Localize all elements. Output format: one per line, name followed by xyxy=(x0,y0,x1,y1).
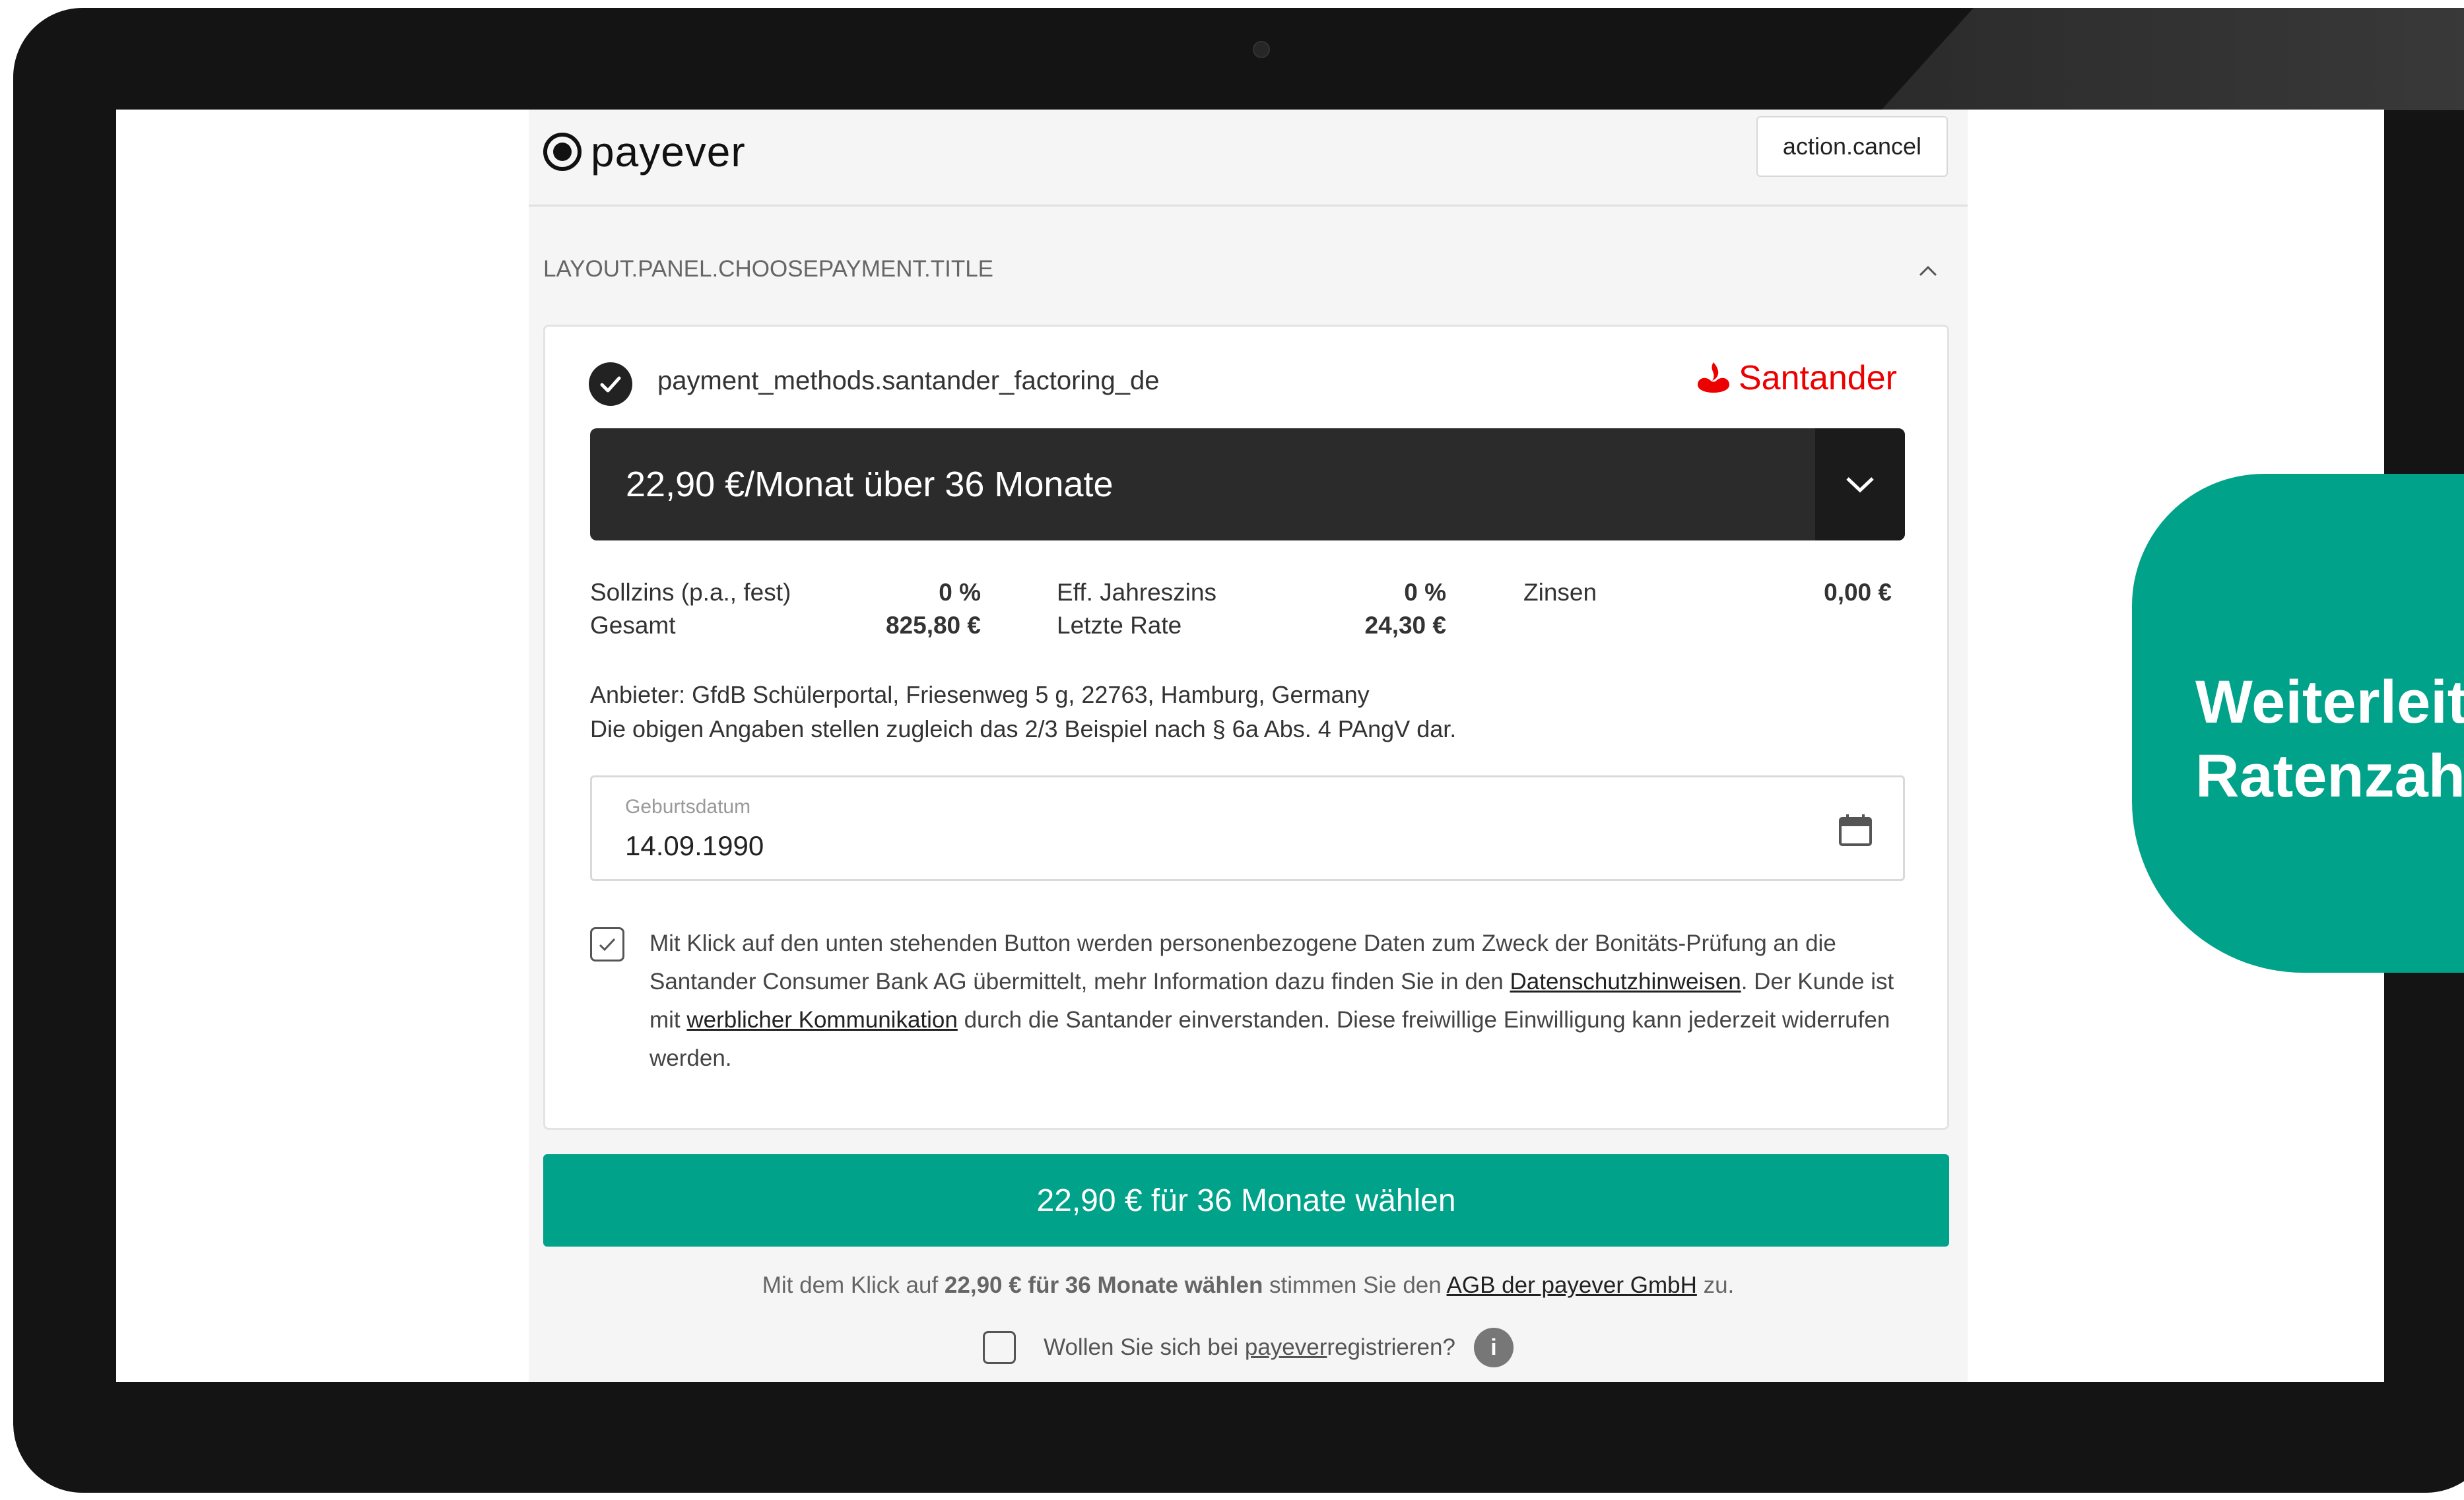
provider-info: Anbieter: GfdB Schülerportal, Friesenweg… xyxy=(590,678,1456,746)
advertising-link[interactable]: werblicher Kommunikation xyxy=(686,1007,957,1033)
fin-label: Eff. Jahreszins xyxy=(1057,579,1216,606)
register-prefix: Wollen Sie sich bei xyxy=(1044,1334,1239,1360)
info-icon[interactable]: i xyxy=(1473,1328,1514,1367)
santander-logo: Santander xyxy=(1694,358,1897,398)
payever-logo: payever xyxy=(543,125,746,178)
consent-text: Mit Klick auf den unten stehenden Button… xyxy=(649,925,1897,1078)
chevron-down-icon[interactable] xyxy=(1815,428,1905,540)
birthdate-field[interactable]: Geburtsdatum 14.09.1990 xyxy=(590,775,1905,881)
pangv-note: Die obigen Angaben stellen zugleich das … xyxy=(590,715,1457,742)
calendar-icon[interactable] xyxy=(1837,812,1874,849)
fin-label: Sollzins (p.a., fest) xyxy=(590,579,791,606)
selected-rate: 22,90 €/Monat über 36 Monate xyxy=(626,465,1114,504)
fin-value: 24,30 € xyxy=(1364,612,1446,639)
payever-logo-icon xyxy=(543,133,582,171)
birthdate-label: Geburtsdatum xyxy=(625,796,751,818)
register-suffix: registrieren? xyxy=(1327,1334,1455,1360)
logo-text: payever xyxy=(591,128,746,176)
agb-link[interactable]: AGB der payever GmbH xyxy=(1447,1272,1697,1298)
checkout-header: payever action.cancel xyxy=(529,110,1968,207)
camera-icon xyxy=(1253,41,1270,58)
frame-sheen xyxy=(1881,8,2464,110)
fin-value: 0 % xyxy=(939,579,981,606)
callout-text: Weiterleit Ratenzah xyxy=(2195,665,2464,813)
fin-label: Letzte Rate xyxy=(1057,612,1182,639)
payever-link[interactable]: payever xyxy=(1245,1334,1327,1361)
payment-method-card: payment_methods.santander_factoring_de S… xyxy=(543,325,1949,1130)
cancel-button[interactable]: action.cancel xyxy=(1756,116,1948,177)
santander-logo-text: Santander xyxy=(1739,359,1897,397)
fin-label: Gesamt xyxy=(590,612,676,639)
consent-checkbox[interactable] xyxy=(590,927,624,962)
santander-flame-icon xyxy=(1698,362,1729,393)
fin-value: 0 % xyxy=(1404,579,1446,606)
redirect-callout: Weiterleit Ratenzah xyxy=(2132,474,2464,973)
terms-prefix: Mit dem Klick auf xyxy=(762,1272,945,1298)
terms-note: Mit dem Klick auf 22,90 € für 36 Monate … xyxy=(529,1272,1968,1299)
payment-method-name: payment_methods.santander_factoring_de xyxy=(657,366,1160,395)
rate-dropdown[interactable]: 22,90 €/Monat über 36 Monate xyxy=(590,428,1905,540)
callout-line-2: Ratenzah xyxy=(2195,742,2464,810)
provider-address: Anbieter: GfdB Schülerportal, Friesenweg… xyxy=(590,681,1370,708)
fin-label: Zinsen xyxy=(1523,579,1597,606)
callout-line-1: Weiterleit xyxy=(2195,668,2464,736)
terms-suffix: zu. xyxy=(1696,1272,1735,1298)
register-row: Wollen Sie sich bei payever registrieren… xyxy=(529,1328,1968,1367)
terms-middle: stimmen Sie den xyxy=(1263,1272,1447,1298)
birthdate-value[interactable]: 14.09.1990 xyxy=(625,830,764,862)
selected-check-icon[interactable] xyxy=(589,362,632,406)
privacy-link[interactable]: Datenschutzhinweisen xyxy=(1510,969,1741,995)
tablet-screen: payever action.cancel LAYOUT.PANEL.CHOOS… xyxy=(116,110,2384,1382)
fin-value: 0,00 € xyxy=(1824,579,1892,606)
fin-value: 825,80 € xyxy=(885,612,981,639)
submit-payment-button[interactable]: 22,90 € für 36 Monate wählen xyxy=(543,1154,1949,1247)
chevron-up-icon[interactable] xyxy=(1915,258,1941,284)
section-title: LAYOUT.PANEL.CHOOSEPAYMENT.TITLE xyxy=(543,256,994,282)
checkout-panel: payever action.cancel LAYOUT.PANEL.CHOOS… xyxy=(529,110,1968,1382)
register-checkbox[interactable] xyxy=(983,1331,1016,1364)
terms-bold: 22,90 € für 36 Monate wählen xyxy=(944,1272,1263,1298)
